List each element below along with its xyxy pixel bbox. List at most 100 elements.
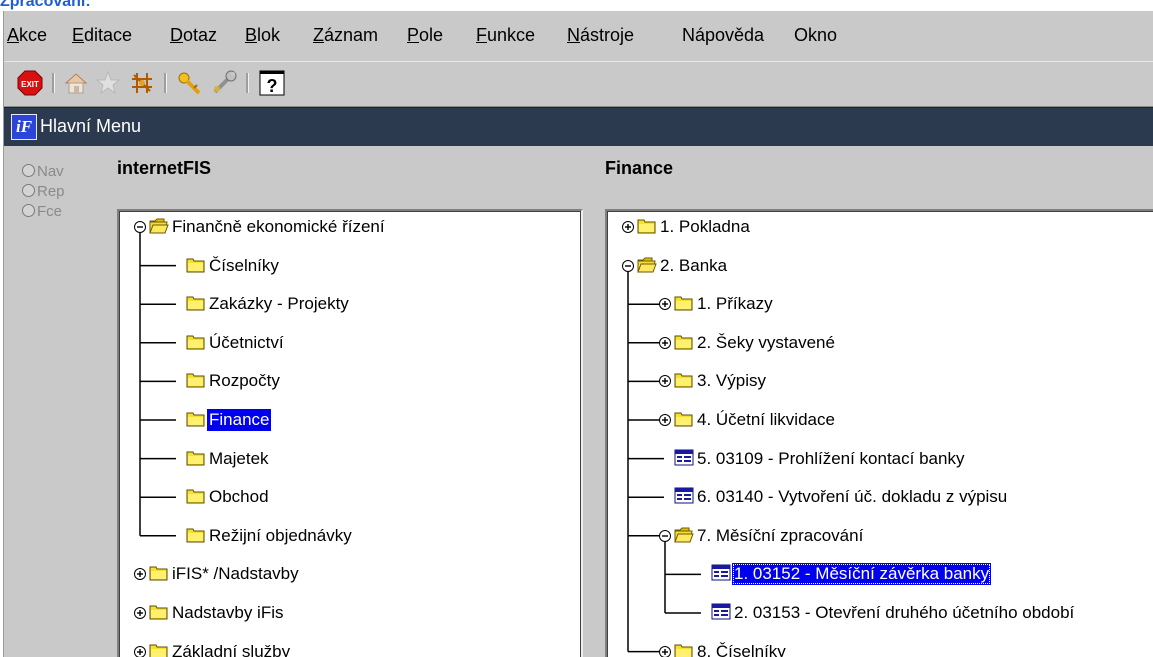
menu-item-3[interactable]: Blok: [245, 25, 280, 46]
tree-form-item[interactable]: 5. 03109 - Prohlížení kontací banky: [607, 448, 1153, 470]
menu-item-7[interactable]: Nástroje: [567, 25, 634, 46]
radio-icon: [22, 164, 35, 177]
left-tree-panel[interactable]: Finančně ekonomické řízení Číselníky Zakáz…: [117, 209, 583, 657]
tree-folder-item[interactable]: Finance: [119, 409, 581, 431]
menu-label: unkce: [487, 25, 536, 45]
favorite-button[interactable]: [94, 69, 122, 97]
collapse-minus-icon[interactable]: [621, 259, 635, 273]
tree-folder-item[interactable]: Nadstavby iFis: [119, 602, 581, 624]
app-logo-icon: iF: [11, 114, 37, 140]
application-window: Akce Editace Dotaz Blok Záznam Pole Funkce Nást…: [3, 11, 1153, 657]
tree-folder-item[interactable]: Majetek: [119, 448, 581, 470]
menu-label: otaz: [183, 25, 218, 45]
folder-open-icon: [637, 257, 657, 273]
tree-folder-item[interactable]: Režijní objednávky: [119, 525, 581, 547]
tree-item-label: 2. Banka: [660, 255, 728, 275]
folder-icon: [674, 335, 693, 350]
exit-button[interactable]: EXIT: [16, 69, 44, 97]
network-button[interactable]: [128, 69, 156, 97]
tree-connector-lines: [627, 265, 701, 653]
folder-icon: [186, 451, 205, 466]
tree-form-item[interactable]: 2. 03153 - Otevření druhého účetního obd…: [607, 602, 1153, 624]
tree-item-label: 2. 03153 - Otevření druhého účetního obd…: [734, 603, 1075, 622]
expand-plus-icon[interactable]: [133, 567, 147, 581]
tree-folder-item[interactable]: 1. Pokladna: [607, 216, 1153, 238]
expand-plus-icon[interactable]: [658, 336, 672, 350]
tree-folder-item[interactable]: 2. Šeky vystavené: [607, 332, 1153, 354]
tree-item-label: 3. Výpisy: [697, 371, 766, 391]
menu-item-4[interactable]: Záznam: [313, 25, 378, 46]
form-icon: [711, 603, 731, 620]
menu-item-8[interactable]: Nápověda: [682, 25, 764, 46]
page-caption: Zpracování:: [0, 0, 91, 10]
help-label: ?: [267, 76, 278, 96]
menu-item-6[interactable]: Funkce: [476, 25, 535, 46]
radio-nav-label: Nav: [37, 163, 64, 180]
expand-plus-icon[interactable]: [658, 645, 672, 657]
key-icon: [178, 72, 201, 95]
home-button[interactable]: [62, 69, 90, 97]
tree-item-label: 8. Číselníky: [697, 641, 786, 657]
wrench-icon: [213, 70, 237, 94]
tree-folder-item[interactable]: Základní služby: [119, 641, 581, 657]
menu-item-1[interactable]: Editace: [72, 25, 132, 46]
tree-folder-item[interactable]: Obchod: [119, 486, 581, 508]
collapse-minus-icon[interactable]: [133, 220, 147, 234]
tree-folder-item[interactable]: 7. Měsíční zpracování: [607, 525, 1153, 547]
expand-plus-icon[interactable]: [133, 606, 147, 620]
menu-item-0[interactable]: Akce: [7, 25, 47, 46]
expand-plus-icon[interactable]: [658, 413, 672, 427]
tree-item-label: 1. 03152 - Měsíční závěrka banky: [732, 563, 992, 586]
radio-icon: [22, 184, 35, 197]
folder-open-icon: [674, 527, 694, 543]
wrench-button[interactable]: [210, 69, 238, 97]
expand-plus-icon[interactable]: [621, 220, 635, 234]
help-button[interactable]: ?: [258, 69, 286, 97]
menu-item-9[interactable]: Okno: [794, 25, 837, 46]
expand-plus-icon[interactable]: [658, 374, 672, 388]
menu-label: ástroje: [580, 25, 635, 45]
menu-mnemonic: D: [170, 25, 183, 45]
folder-icon: [149, 566, 168, 581]
tree-folder-item[interactable]: 4. Účetní likvidace: [607, 409, 1153, 431]
tree-folder-item[interactable]: Účetnictví: [119, 332, 581, 354]
radio-rep[interactable]: Rep: [22, 183, 65, 200]
folder-icon: [637, 219, 656, 234]
folder-icon: [674, 412, 693, 427]
folder-icon: [674, 373, 693, 388]
menu-label: lok: [257, 25, 281, 45]
menu-item-2[interactable]: Dotaz: [170, 25, 217, 46]
tree-folder-item[interactable]: Číselníky: [119, 255, 581, 277]
menu-mnemonic: E: [72, 25, 85, 45]
tree-item-label: Účetnictví: [209, 332, 284, 352]
tree-connector-lines: [139, 227, 176, 537]
tree-item-label: 4. Účetní likvidace: [697, 410, 835, 429]
tree-folder-item[interactable]: 3. Výpisy: [607, 370, 1153, 392]
radio-nav[interactable]: Nav: [22, 163, 64, 180]
right-tree-panel[interactable]: 1. Pokladna 2. Banka 1. Příkazy 2. Šeky vys…: [605, 209, 1153, 657]
tree-folder-item[interactable]: 8. Číselníky: [607, 641, 1153, 657]
menu-label: Okno: [794, 25, 838, 45]
expand-plus-icon[interactable]: [658, 297, 672, 311]
folder-icon: [186, 296, 205, 311]
expand-plus-icon[interactable]: [133, 645, 147, 657]
tree-folder-item[interactable]: Finančně ekonomické řízení: [119, 216, 581, 238]
menu-item-5[interactable]: Pole: [407, 25, 443, 46]
tree-form-item[interactable]: 1. 03152 - Měsíční závěrka banky: [607, 563, 1153, 586]
menu-bar: Akce Editace Dotaz Blok Záznam Pole Funkce Nást…: [4, 11, 1153, 61]
tree-folder-item[interactable]: Zakázky - Projekty: [119, 293, 581, 315]
menu-mnemonic: A: [7, 25, 20, 45]
folder-icon: [186, 373, 205, 388]
tree-folder-item[interactable]: 1. Příkazy: [607, 293, 1153, 315]
folder-icon: [149, 605, 168, 620]
key-button[interactable]: [176, 69, 204, 97]
radio-fce[interactable]: Fce: [22, 203, 62, 220]
menu-label: Nápověda: [682, 25, 765, 45]
folder-icon: [186, 258, 205, 273]
tree-form-item[interactable]: 6. 03140 - Vytvoření úč. dokladu z výpis…: [607, 486, 1153, 508]
tree-folder-item[interactable]: iFIS* /Nadstavby: [119, 563, 581, 585]
tree-folder-item[interactable]: 2. Banka: [607, 255, 1153, 277]
tree-item-label: 1. Pokladna: [660, 217, 750, 236]
tree-folder-item[interactable]: Rozpočty: [119, 370, 581, 392]
collapse-minus-icon[interactable]: [658, 529, 672, 543]
